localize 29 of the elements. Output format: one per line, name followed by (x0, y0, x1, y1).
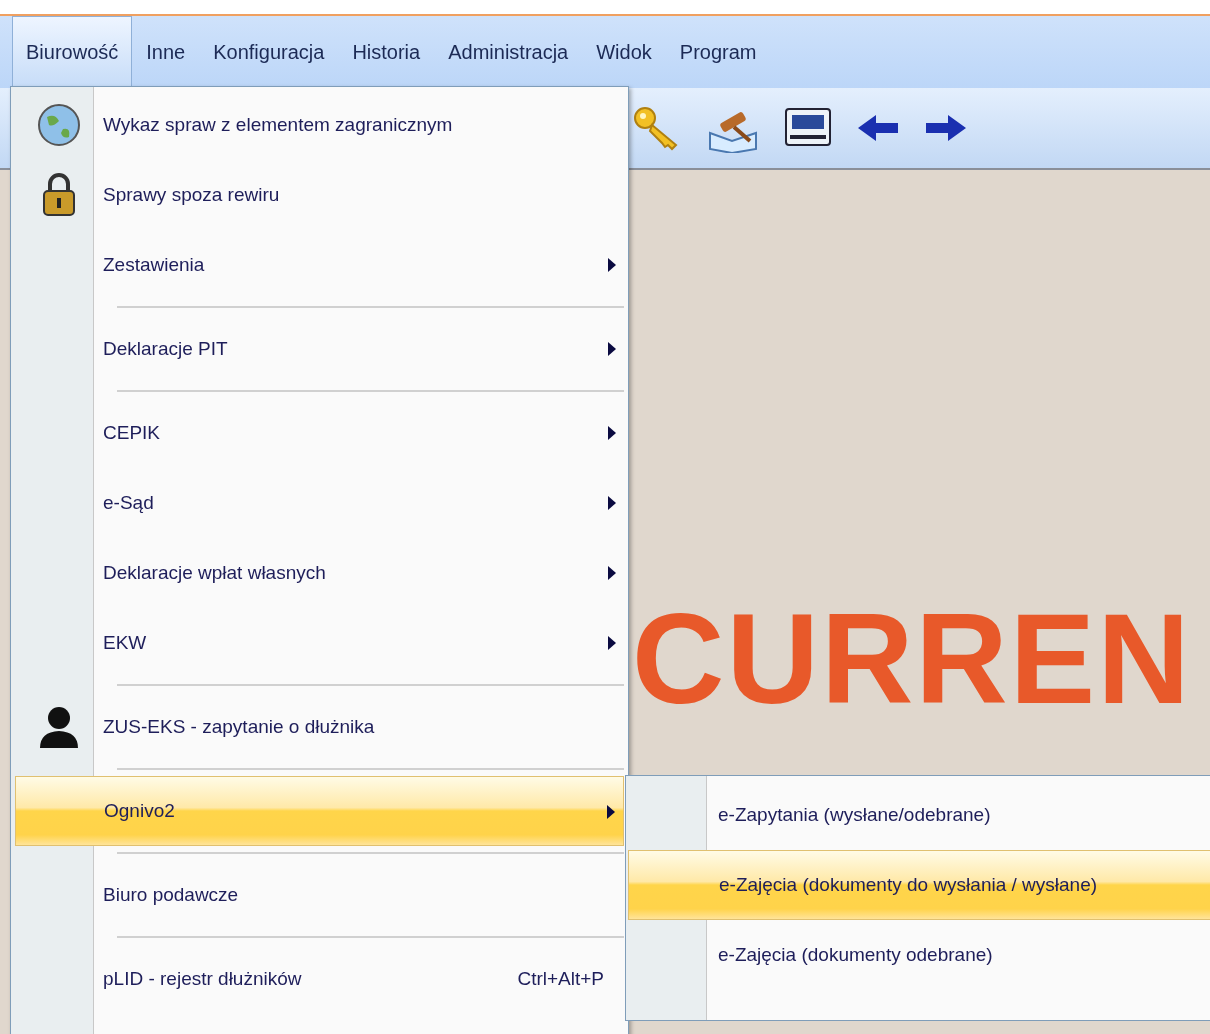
menu-bar-item[interactable]: Program (665, 16, 771, 88)
menu-item[interactable]: Wykaz spraw z elementem zagranicznym (15, 90, 624, 160)
menu-item[interactable]: Deklaracje wpłat własnych (15, 538, 624, 608)
background-logo-text: CURREN (632, 595, 1192, 723)
menu-bar-item[interactable]: Inne (132, 16, 200, 88)
menu-bar-item[interactable]: Historia (338, 16, 435, 88)
menu-bar-item[interactable]: Administracja (434, 16, 583, 88)
menu-item[interactable]: e-Zajęcia (dokumenty odebrane) (628, 920, 1210, 990)
menu-bar-item[interactable]: Widok (582, 16, 666, 88)
menu-bar-item[interactable]: Konfiguracja (199, 16, 339, 88)
menu-item[interactable]: e-Zapytania (wysłane/odebrane) (628, 780, 1210, 850)
menu-item[interactable]: Sprawy spoza rewiru (15, 160, 624, 230)
menu-item[interactable]: CEPIK (15, 398, 624, 468)
menu-item[interactable]: Zestawienia (15, 230, 624, 300)
padlock-icon (41, 173, 77, 217)
menu-item[interactable]: e-Zajęcia (dokumenty do wysłania / wysłane) (628, 850, 1210, 920)
menu-item[interactable]: Biuro podawcze (15, 860, 624, 930)
menu-item[interactable]: Ognivo2 (15, 776, 624, 846)
globe-icon (37, 103, 81, 147)
menu-item[interactable]: pLID - rejestr dłużników Ctrl+Alt+P (15, 944, 624, 1014)
menu-item[interactable]: e-Sąd (15, 468, 624, 538)
menu-bar-item[interactable]: Biurowość (12, 16, 133, 88)
menu-item[interactable]: EKW (15, 608, 624, 678)
menu-item[interactable]: ZUS-EKS - zapytanie o dłużnika (15, 692, 624, 762)
person-icon (38, 704, 80, 750)
forward-arrow-icon[interactable] (924, 113, 968, 143)
shortcut-text: Ctrl+Alt+P (517, 968, 604, 990)
menu-item[interactable]: Deklaracje PIT (15, 314, 624, 384)
back-arrow-icon[interactable] (856, 113, 900, 143)
